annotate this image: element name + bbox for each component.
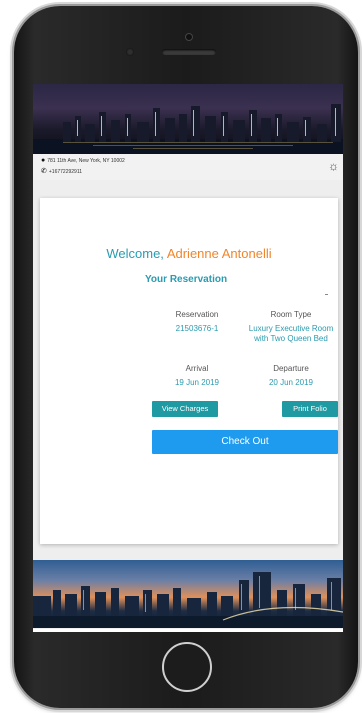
front-camera: [126, 48, 134, 56]
screen-bottom-edge: [33, 629, 343, 632]
guest-name: Adrienne Antonelli: [166, 246, 272, 261]
city-skyline-night-banner: [33, 84, 343, 154]
city-skyline-sunset-banner: [33, 560, 343, 628]
departure-date: 20 Jun 2019: [268, 378, 314, 387]
section-title: Your Reservation: [145, 274, 228, 285]
reservation-label: Reservation: [175, 310, 219, 319]
view-charges-button[interactable]: View Charges: [152, 401, 218, 417]
phone-icon: ✆: [41, 168, 47, 175]
hotel-phone: +16772292911: [48, 169, 83, 175]
check-out-button[interactable]: Check Out: [152, 430, 338, 454]
room-type-value: Luxury Executive Room with Two Queen Bed: [244, 324, 338, 344]
skyline-sunset-image: [33, 572, 343, 628]
location-pin-icon: ●: [41, 157, 46, 164]
home-button[interactable]: [162, 642, 212, 692]
phone-row: ✆ +16772292911: [41, 167, 82, 175]
reservation-card: Welcome, Adrienne Antonelli Your Reserva…: [40, 198, 338, 544]
room-type-line-1: Luxury Executive Room: [248, 324, 334, 333]
skyline-night-image: [33, 104, 343, 154]
departure-label: Departure: [273, 364, 309, 373]
sun-icon[interactable]: ☼: [328, 159, 339, 173]
print-folio-button[interactable]: Print Folio: [282, 401, 338, 417]
welcome-heading: Welcome, Adrienne Antonelli: [40, 246, 338, 261]
welcome-prefix: Welcome,: [106, 246, 164, 261]
room-type-label: Room Type: [270, 310, 312, 319]
room-type-line-2: with Two Queen Bed: [254, 334, 328, 343]
decorative-tick: [325, 294, 328, 295]
reservation-number: 21503676-1: [175, 324, 219, 333]
address-row: ● 781 11th Ave, New York, NY 10002: [41, 157, 125, 164]
earpiece-speaker: [162, 49, 216, 55]
hotel-contact-bar: ● 781 11th Ave, New York, NY 10002 ✆ +1677…: [33, 154, 343, 180]
hotel-address: 781 11th Ave, New York, NY 10002: [47, 158, 125, 164]
arrival-label: Arrival: [185, 364, 209, 373]
front-sensor: [185, 33, 193, 41]
arrival-date: 19 Jun 2019: [174, 378, 220, 387]
app-screen: ● 781 11th Ave, New York, NY 10002 ✆ +1677…: [33, 84, 343, 632]
